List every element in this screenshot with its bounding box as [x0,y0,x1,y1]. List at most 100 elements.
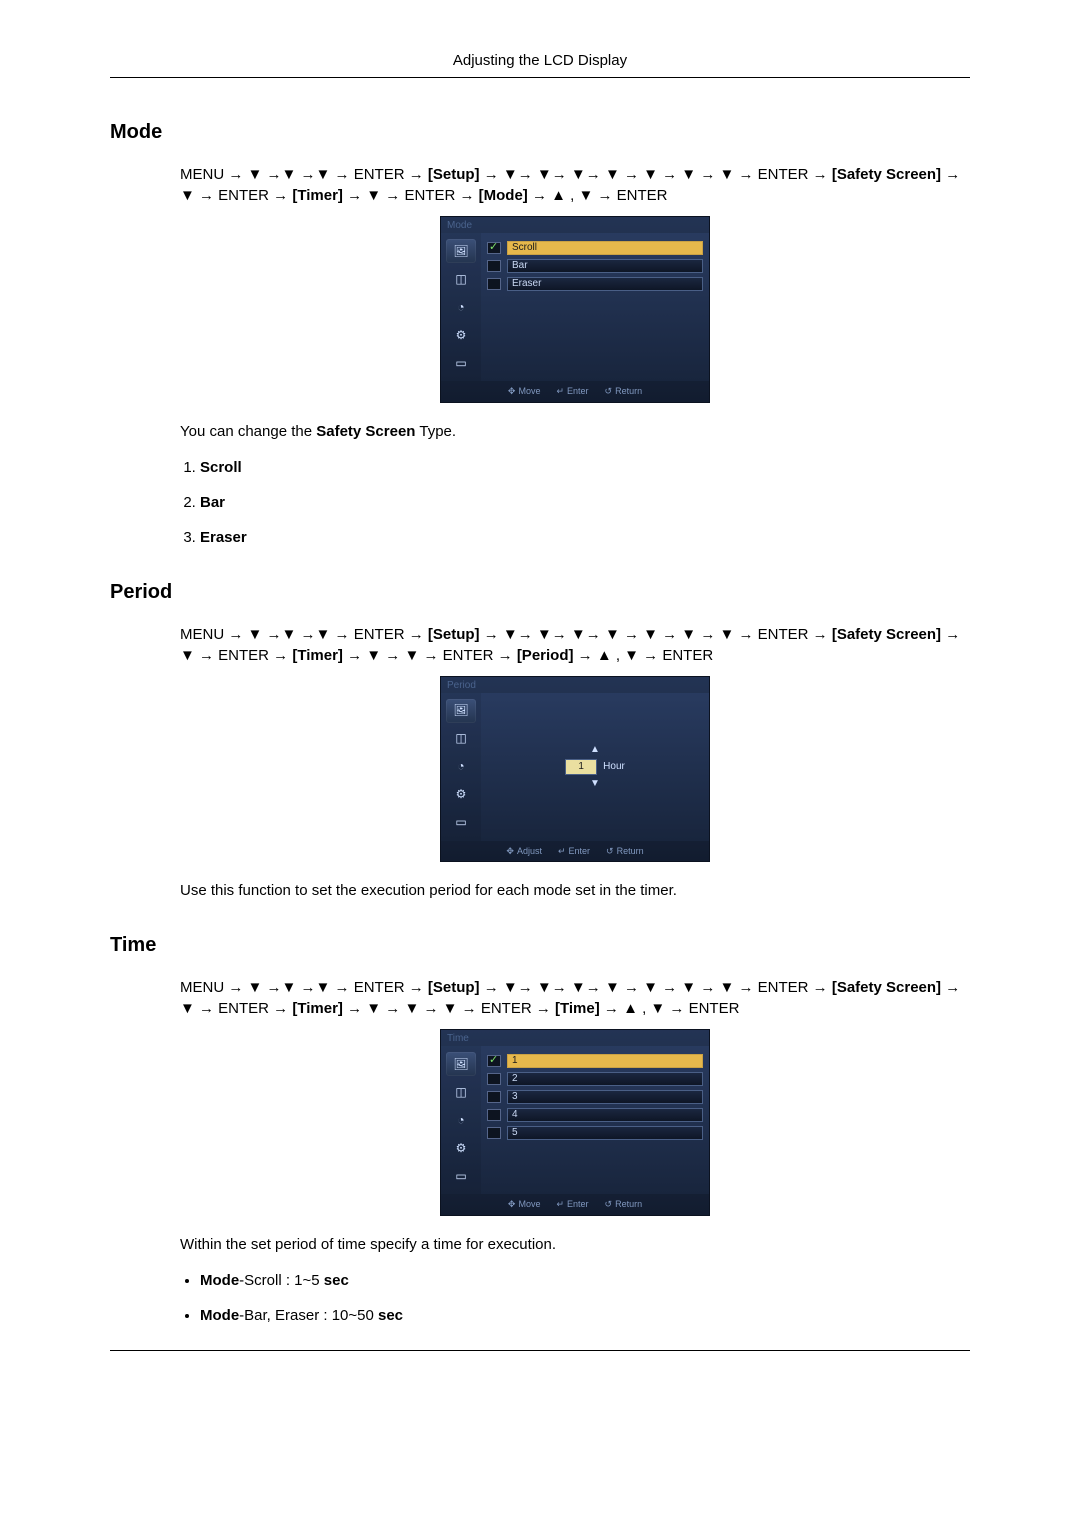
option-label: 4 [507,1108,703,1122]
sidebar-icon-gear[interactable]: ⚙ [446,323,476,347]
period-heading: Period [110,578,970,606]
osd-footer: ✥Adjust ↵Enter ↺Return [441,841,709,862]
footer-adjust: ✥Adjust [506,845,542,858]
footer-return: ↺Return [606,845,644,858]
mode-osd: Mode 🖼 ◫ ◔ ⚙ ▭ Scroll Bar [440,216,710,403]
text-bold: sec [324,1272,349,1289]
sidebar-icon-picture[interactable]: 🖼 [446,699,476,723]
sidebar-icon-pip[interactable]: ◫ [446,267,476,291]
nav-timer: [Timer] [292,1000,343,1017]
nav-text: MENU → ▼ →▼ →▼ → ENTER → [180,166,428,183]
sidebar-icon-gear[interactable]: ⚙ [446,1136,476,1160]
sidebar-icon-picture[interactable]: 🖼 [446,239,476,263]
osd-body: 🖼 ◫ ◔ ⚙ ▭ Scroll Bar [441,233,709,381]
nav-safety: [Safety Screen] [832,626,941,643]
list-label: Scroll [200,459,242,476]
text-bold: Safety Screen [316,423,415,440]
nav-text: MENU → ▼ →▼ →▼ → ENTER → [180,979,428,996]
sidebar-icon-timer[interactable]: ◔ [446,1108,476,1132]
check-icon [487,1091,501,1103]
text: -Scroll : 1~5 [239,1272,324,1289]
sidebar-icon-picture[interactable]: 🖼 [446,1052,476,1076]
bottom-divider [110,1350,970,1351]
footer-move: ✥Move [508,1198,541,1211]
option-label: 2 [507,1072,703,1086]
footer-label: Move [518,1198,540,1211]
mode-description: You can change the Safety Screen Type. [180,421,970,442]
nav-text: → ▲ , ▼ → ENTER [528,187,668,204]
list-item: Bar [200,492,970,513]
period-osd: Period 🖼 ◫ ◔ ⚙ ▭ ▲ 1 Hour ▼ [440,676,710,863]
nav-setup: [Setup] [428,979,480,996]
footer-enter: ↵Enter [556,1198,588,1211]
time-option-3[interactable]: 3 [487,1090,703,1104]
osd-main: ▲ 1 Hour ▼ [481,693,709,841]
list-item: Eraser [200,527,970,548]
sidebar-icon-timer[interactable]: ◔ [446,755,476,779]
enter-icon: ↵ [558,845,566,858]
period-value: 1 [565,759,597,775]
text-bold: sec [378,1307,403,1324]
nav-safety: [Safety Screen] [832,979,941,996]
arrow-down-icon[interactable]: ▼ [590,779,600,789]
footer-move: ✥Move [508,385,541,398]
sidebar-icon-display[interactable]: ▭ [446,351,476,375]
nav-mode: [Mode] [479,187,528,204]
list-item: Scroll [200,457,970,478]
time-heading: Time [110,931,970,959]
period-description: Use this function to set the execution p… [180,880,970,901]
option-label: Scroll [507,241,703,255]
time-option-2[interactable]: 2 [487,1072,703,1086]
check-icon [487,260,501,272]
nav-text: → ▲ , ▼ → ENTER [573,647,713,664]
time-option-5[interactable]: 5 [487,1126,703,1140]
enter-icon: ↵ [556,385,564,398]
sidebar-icon-display[interactable]: ▭ [446,811,476,835]
sidebar-icon-timer[interactable]: ◔ [446,295,476,319]
text-bold: Mode [200,1272,239,1289]
footer-return: ↺Return [605,1198,643,1211]
footer-label: Enter [567,385,589,398]
osd-body: 🖼 ◫ ◔ ⚙ ▭ ▲ 1 Hour ▼ [441,693,709,841]
period-spinner[interactable]: 1 Hour [565,759,625,775]
move-icon: ✥ [508,385,516,398]
nav-period: [Period] [517,647,574,664]
nav-timer: [Timer] [292,647,343,664]
footer-label: Return [615,385,642,398]
time-option-4[interactable]: 4 [487,1108,703,1122]
text-bold: Mode [200,1307,239,1324]
mode-option-scroll[interactable]: Scroll [487,241,703,255]
adjust-icon: ✥ [506,845,514,858]
mode-heading: Mode [110,118,970,146]
list-label: Bar [200,494,225,511]
sidebar-icon-gear[interactable]: ⚙ [446,783,476,807]
osd-footer: ✥Move ↵Enter ↺Return [441,381,709,402]
time-nav-path: MENU → ▼ →▼ →▼ → ENTER → [Setup] → ▼→ ▼→… [180,977,970,1019]
option-label: 3 [507,1090,703,1104]
return-icon: ↺ [606,845,614,858]
check-icon [487,242,501,254]
osd-title: Mode [441,217,709,233]
nav-text: → ▲ , ▼ → ENTER [600,1000,740,1017]
osd-sidebar: 🖼 ◫ ◔ ⚙ ▭ [441,233,481,381]
sidebar-icon-pip[interactable]: ◫ [446,1080,476,1104]
mode-option-eraser[interactable]: Eraser [487,277,703,291]
nav-text: → ▼ → ▼ → ENTER → [343,647,517,664]
nav-text: → ▼→ ▼→ ▼→ ▼ → ▼ → ▼ → ▼ → ENTER → [480,626,832,643]
mode-option-bar[interactable]: Bar [487,259,703,273]
nav-safety: [Safety Screen] [832,166,941,183]
time-option-1[interactable]: 1 [487,1054,703,1068]
text: You can change the [180,423,316,440]
move-icon: ✥ [508,1198,516,1211]
sidebar-icon-display[interactable]: ▭ [446,1164,476,1188]
nav-setup: [Setup] [428,626,480,643]
footer-return: ↺Return [605,385,643,398]
footer-enter: ↵Enter [558,845,590,858]
nav-text: → ▼→ ▼→ ▼→ ▼ → ▼ → ▼ → ▼ → ENTER → [480,166,832,183]
arrow-up-icon[interactable]: ▲ [590,745,600,755]
list-item: Mode-Bar, Eraser : 10~50 sec [200,1305,970,1326]
sidebar-icon-pip[interactable]: ◫ [446,727,476,751]
option-label: 5 [507,1126,703,1140]
period-nav-path: MENU → ▼ →▼ →▼ → ENTER → [Setup] → ▼→ ▼→… [180,624,970,666]
footer-label: Enter [569,845,591,858]
